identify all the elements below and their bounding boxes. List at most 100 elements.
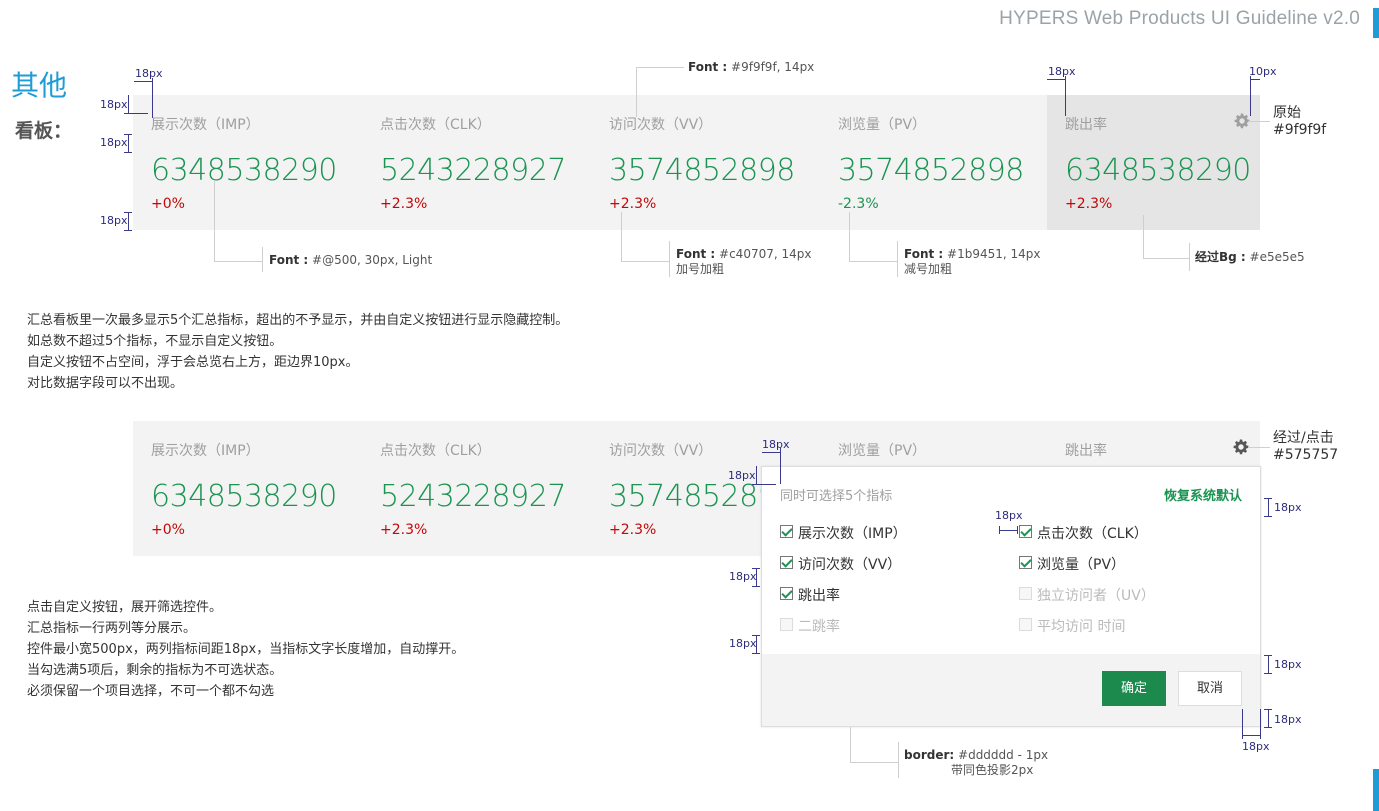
metric-value: 5243228927 bbox=[380, 153, 566, 188]
leader-line bbox=[1248, 121, 1270, 122]
leader-line bbox=[898, 742, 899, 778]
dim-line bbox=[1268, 709, 1269, 727]
desc-line: 汇总指标一行两列等分展示。 bbox=[27, 621, 197, 636]
leader-line bbox=[669, 241, 670, 277]
checkbox-empty-icon bbox=[1019, 618, 1032, 631]
metric-change: +2.3% bbox=[1065, 196, 1113, 212]
dim-line bbox=[999, 530, 1017, 531]
dim-line bbox=[128, 212, 129, 230]
dim-label: 18px bbox=[1048, 65, 1076, 78]
reset-default-link[interactable]: 恢复系统默认 bbox=[1164, 485, 1242, 504]
description-popup: 点击自定义按钮，展开筛选控件。 汇总指标一行两列等分展示。 控件最小宽500px… bbox=[27, 597, 464, 702]
dim-label: 18px bbox=[100, 136, 128, 149]
guideline-title: HYPERS Web Products UI Guideline v2.0 bbox=[999, 8, 1360, 29]
note-hover-bg: 经过Bg : #e5e5e5 bbox=[1195, 250, 1305, 264]
dim-label: 18px bbox=[100, 214, 128, 227]
dim-label: 18px bbox=[1274, 658, 1302, 671]
dim-line bbox=[124, 152, 132, 153]
option-label: 点击次数（CLK） bbox=[1037, 526, 1148, 542]
dim-line bbox=[1268, 655, 1269, 673]
accent-bar-bottom bbox=[1373, 769, 1379, 811]
dim-label: 18px bbox=[135, 67, 163, 80]
metric-picker-popup: 同时可选择5个指标 恢复系统默认 展示次数（IMP） 点击次数（CLK） 访问次… bbox=[761, 466, 1261, 727]
note-gear-hover: 经过/点击 #575757 bbox=[1273, 430, 1339, 463]
option-label: 展示次数（IMP） bbox=[798, 526, 907, 542]
metric-label: 浏览量（PV） bbox=[838, 117, 927, 133]
dim-line bbox=[1264, 516, 1272, 517]
accent-bar-top bbox=[1373, 8, 1379, 38]
dim-line bbox=[1250, 79, 1260, 80]
metric-label: 访问次数（VV） bbox=[609, 443, 713, 459]
metric-card[interactable]: 点击次数（CLK） 5243228927 +2.3% bbox=[362, 421, 591, 556]
leader-line bbox=[849, 261, 897, 262]
metric-label: 跳出率 bbox=[1065, 443, 1107, 459]
note-font-negative: Font : #1b9451, 14px 减号加粗 bbox=[904, 247, 1041, 276]
option-label: 跳出率 bbox=[798, 588, 840, 604]
leader-line bbox=[621, 212, 622, 261]
metric-label: 展示次数（IMP） bbox=[151, 443, 260, 459]
desc-line: 必须保留一个项目选择，不可一个都不勾选 bbox=[27, 684, 275, 699]
checkbox-check-icon[interactable] bbox=[780, 587, 793, 600]
dim-line bbox=[756, 466, 757, 484]
metric-change: +2.3% bbox=[380, 522, 428, 538]
dim-line bbox=[128, 134, 129, 152]
metric-value: 5243228927 bbox=[380, 479, 566, 514]
metric-card[interactable]: 展示次数（IMP） 6348538290 +0% bbox=[133, 95, 362, 230]
metric-label: 点击次数（CLK） bbox=[380, 117, 491, 133]
dim-line bbox=[1268, 498, 1269, 516]
metric-change: +2.3% bbox=[380, 196, 428, 212]
dim-line bbox=[1264, 709, 1272, 710]
dim-label: 18px bbox=[1242, 740, 1270, 753]
section-title: 其他 bbox=[11, 69, 68, 102]
dim-line bbox=[762, 452, 780, 453]
checkbox-empty-icon bbox=[780, 618, 793, 631]
dim-line bbox=[756, 568, 757, 586]
dim-line bbox=[124, 113, 148, 114]
metric-change: -2.3% bbox=[838, 196, 879, 212]
dim-line bbox=[1242, 735, 1260, 736]
dim-line bbox=[1047, 79, 1065, 80]
metric-card-hover[interactable]: 跳出率 6348538290 +2.3% bbox=[1047, 95, 1260, 230]
popup-heading: 同时可选择5个指标 bbox=[780, 489, 893, 504]
desc-line: 点击自定义按钮，展开筛选控件。 bbox=[27, 600, 223, 615]
dim-line bbox=[124, 212, 132, 213]
metric-label: 浏览量（PV） bbox=[838, 443, 927, 459]
dim-line bbox=[1264, 498, 1272, 499]
metric-label: 跳出率 bbox=[1065, 117, 1107, 133]
leader-line bbox=[1189, 243, 1190, 271]
dim-label: 18px bbox=[762, 438, 790, 451]
checkbox-check-icon[interactable] bbox=[780, 556, 793, 569]
metric-change: +0% bbox=[151, 522, 185, 538]
popup-footer: 确定 取消 bbox=[762, 654, 1260, 726]
dim-line bbox=[1242, 709, 1243, 739]
note-gear-default: 原始 #9f9f9f bbox=[1273, 105, 1327, 138]
dim-label: 18px bbox=[1274, 713, 1302, 726]
checkbox-check-icon[interactable] bbox=[1019, 525, 1032, 538]
leader-line bbox=[1143, 258, 1189, 259]
metric-card[interactable]: 访问次数（VV） 3574852898 +2.3% bbox=[591, 95, 820, 230]
desc-line: 自定义按钮不占空间，浮于会总览右上方，距边界10px。 bbox=[27, 355, 359, 370]
leader-line bbox=[636, 67, 684, 68]
metric-card[interactable]: 浏览量（PV） 3574852898 -2.3% bbox=[820, 95, 1049, 230]
desc-line: 对比数据字段可以不出现。 bbox=[27, 376, 184, 391]
dim-line bbox=[124, 230, 132, 231]
gear-icon[interactable] bbox=[1233, 439, 1249, 455]
dim-line bbox=[128, 95, 129, 113]
checkbox-check-icon[interactable] bbox=[1019, 556, 1032, 569]
checkbox-check-icon[interactable] bbox=[780, 525, 793, 538]
dim-line bbox=[1065, 76, 1066, 116]
dim-line bbox=[752, 653, 760, 654]
dim-line bbox=[124, 134, 132, 135]
metric-card[interactable]: 点击次数（CLK） 5243228927 +2.3% bbox=[362, 95, 591, 230]
dim-line bbox=[152, 78, 153, 118]
dim-line bbox=[999, 526, 1000, 534]
desc-line: 汇总看板里一次最多显示5个汇总指标，超出的不予显示，并由自定义按钮进行显示隐藏控… bbox=[27, 313, 569, 328]
confirm-button[interactable]: 确定 bbox=[1102, 671, 1166, 706]
metric-card[interactable]: 展示次数（IMP） 6348538290 +0% bbox=[133, 421, 362, 556]
dim-label: 18px bbox=[729, 637, 757, 650]
dim-line bbox=[1250, 76, 1251, 116]
metric-change: +2.3% bbox=[609, 196, 657, 212]
metric-label: 访问次数（VV） bbox=[609, 117, 713, 133]
leader-line bbox=[621, 261, 669, 262]
cancel-button[interactable]: 取消 bbox=[1178, 671, 1242, 706]
